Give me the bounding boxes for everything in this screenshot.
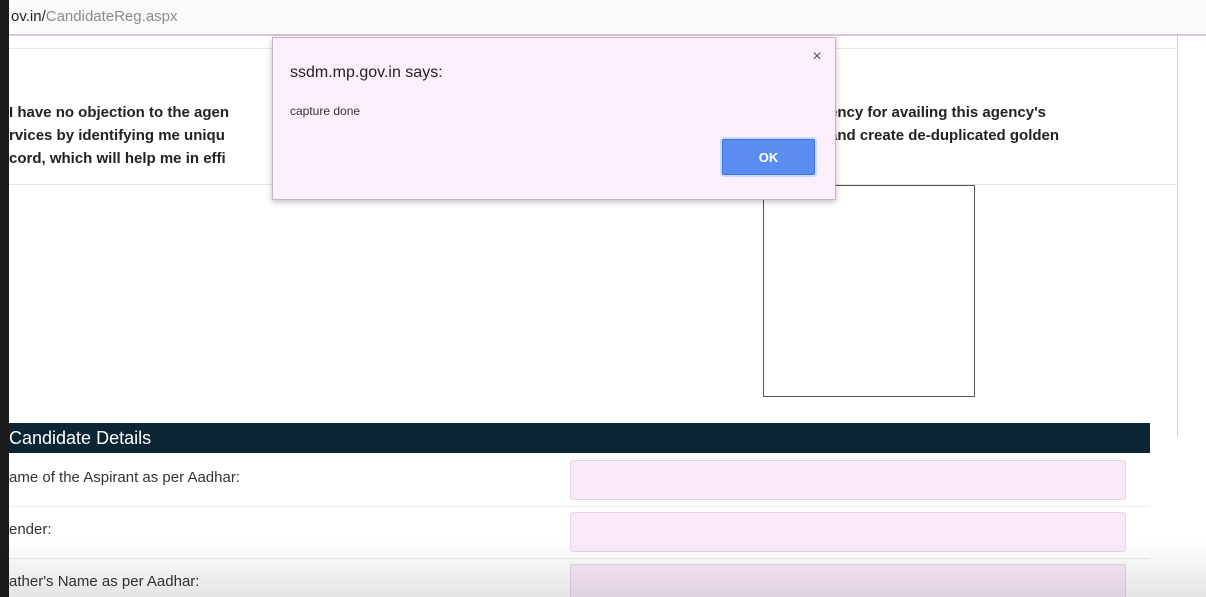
page: ov.in/CandidateReg.aspx I have no object…	[0, 0, 1206, 597]
consent-line-1-left: I have no objection to the agen	[9, 104, 230, 121]
alert-dialog: ssdm.mp.gov.in says: capture done × OK	[272, 37, 836, 200]
content-frame-border	[1177, 36, 1178, 436]
section-title: Candidate Details	[9, 428, 152, 448]
ok-button[interactable]: OK	[722, 139, 815, 175]
consent-line-3-left: cord, which will help me in effi	[9, 150, 226, 167]
form-row-aspirant-name: ame of the Aspirant as per Aadhar:	[9, 455, 1150, 507]
section-header-candidate-details: Candidate Details	[9, 423, 1150, 453]
url-domain: ov.in/	[11, 8, 46, 25]
url-text[interactable]: ov.in/CandidateReg.aspx	[11, 8, 178, 25]
consent-line-2-right: and create de-duplicated golden	[829, 127, 1060, 144]
father-name-input[interactable]	[570, 564, 1126, 597]
gender-label: ender:	[9, 521, 52, 538]
window-left-edge	[0, 0, 9, 597]
form-row-father-name: ather's Name as per Aadhar:	[9, 559, 1150, 597]
url-path: CandidateReg.aspx	[45, 8, 178, 25]
aspirant-name-input[interactable]	[570, 460, 1126, 500]
address-bar[interactable]: ov.in/CandidateReg.aspx	[9, 0, 1206, 36]
consent-line-2-left: rvices by identifying me uniqu	[9, 127, 225, 144]
father-name-label: ather's Name as per Aadhar:	[9, 573, 200, 590]
dialog-message: capture done	[290, 104, 361, 118]
close-icon[interactable]: ×	[809, 49, 825, 65]
photo-capture-box	[763, 185, 975, 397]
dialog-title: ssdm.mp.gov.in says:	[290, 64, 443, 81]
aspirant-name-label: ame of the Aspirant as per Aadhar:	[9, 469, 240, 486]
form-row-gender: ender:	[9, 507, 1150, 559]
gender-input[interactable]	[570, 512, 1126, 552]
consent-line-1-right: ency for availing this agency's	[829, 104, 1046, 121]
